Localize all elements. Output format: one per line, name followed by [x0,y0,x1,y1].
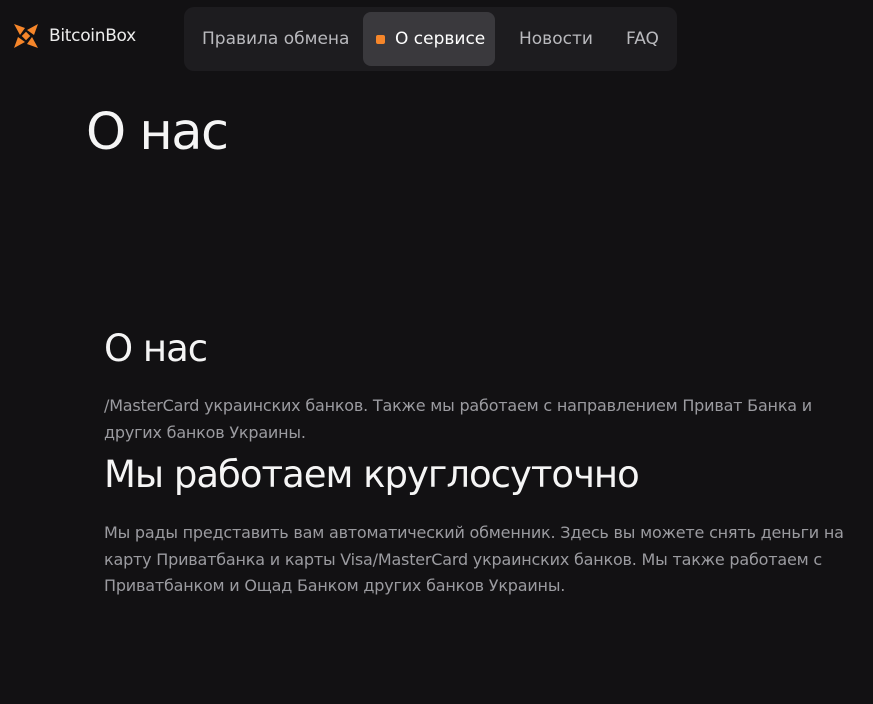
nav-item-label: Новости [519,29,593,49]
nav-item-about-service[interactable]: О сервисе [363,12,495,66]
about-content: О нас /MasterCard украинских банков. Так… [104,324,854,600]
nav-item-label: FAQ [626,29,659,49]
main-nav: Правила обмена О сервисе Новости FAQ [184,7,677,71]
active-indicator-icon [376,34,385,44]
section-heading-24-7: Мы работаем круглосуточно [104,453,640,496]
bitcoinbox-logo-icon [12,22,40,50]
section-heading-about: О нас [104,327,208,370]
page: BitcoinBox Правила обмена О сервисе Ново… [0,0,873,704]
page-title: О нас [86,103,229,162]
logo-text: BitcoinBox [49,25,136,46]
section-text-about: /MasterCard украинских банков. Также мы … [104,396,812,442]
nav-item-label: Правила обмена [202,29,350,49]
nav-item-exchange-rules[interactable]: Правила обмена [202,12,349,66]
nav-item-faq[interactable]: FAQ [626,12,659,66]
logo-link[interactable]: BitcoinBox [12,22,136,50]
section-text-24-7: Мы рады представить вам автоматический о… [104,523,844,595]
nav-item-news[interactable]: Новости [519,12,593,66]
nav-item-label: О сервисе [395,29,486,49]
